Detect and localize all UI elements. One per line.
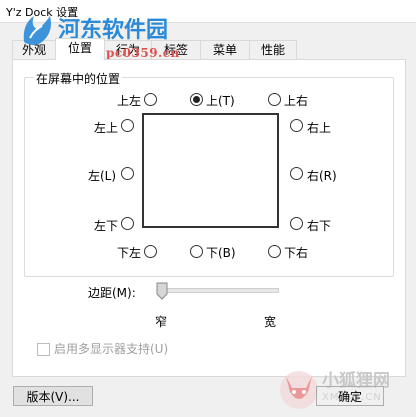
radio-label-bottom-left: 下左 bbox=[117, 246, 142, 260]
radio-label-left: 左(L) bbox=[88, 169, 117, 183]
radio-label-right-top: 右上 bbox=[307, 121, 332, 135]
multi-monitor-label: 启用多显示器支持(U) bbox=[54, 342, 169, 356]
margin-slider-thumb[interactable] bbox=[156, 282, 168, 300]
margin-max-label: 宽 bbox=[264, 315, 277, 329]
radio-top[interactable] bbox=[190, 93, 203, 106]
multi-monitor-checkbox[interactable] bbox=[37, 343, 50, 356]
radio-label-left-bottom: 左下 bbox=[94, 219, 119, 233]
radio-label-left-top: 左上 bbox=[94, 121, 119, 135]
margin-min-label: 窄 bbox=[155, 315, 168, 329]
screen-preview bbox=[142, 113, 279, 228]
radio-label-bottom-right: 下右 bbox=[284, 246, 309, 260]
radio-left-top[interactable] bbox=[121, 119, 134, 132]
tab-menu[interactable]: 菜单 bbox=[200, 40, 250, 59]
radio-left-bottom[interactable] bbox=[121, 217, 134, 230]
radio-left[interactable] bbox=[121, 167, 134, 180]
radio-top-right[interactable] bbox=[268, 93, 281, 106]
position-group-title: 在屏幕中的位置 bbox=[34, 70, 123, 87]
tab-performance[interactable]: 性能 bbox=[249, 40, 297, 59]
radio-label-right: 右(R) bbox=[307, 169, 337, 183]
radio-right[interactable] bbox=[290, 167, 303, 180]
radio-label-bottom: 下(B) bbox=[206, 246, 236, 260]
tab-bar: 外观 位置 行为 标签 菜单 性能 bbox=[12, 38, 404, 60]
radio-label-top: 上(T) bbox=[206, 94, 235, 108]
margin-slider-track[interactable] bbox=[160, 288, 279, 293]
tab-appearance[interactable]: 外观 bbox=[12, 40, 56, 59]
radio-right-top[interactable] bbox=[290, 119, 303, 132]
radio-right-bottom[interactable] bbox=[290, 217, 303, 230]
window-title: Y'z Dock 设置 bbox=[6, 6, 79, 19]
ok-button[interactable]: 确定 bbox=[316, 386, 384, 406]
margin-label: 边距(M): bbox=[88, 286, 136, 300]
version-button[interactable]: 版本(V)... bbox=[13, 386, 93, 406]
tab-behavior[interactable]: 行为 bbox=[104, 40, 152, 59]
multi-monitor-option[interactable]: 启用多显示器支持(U) bbox=[37, 340, 168, 357]
title-bar: Y'z Dock 设置 bbox=[0, 0, 416, 23]
radio-top-left[interactable] bbox=[144, 93, 157, 106]
radio-label-right-bottom: 右下 bbox=[307, 219, 332, 233]
tab-labels[interactable]: 标签 bbox=[151, 40, 201, 59]
radio-label-top-left: 上左 bbox=[117, 94, 142, 108]
radio-label-top-right: 上右 bbox=[284, 94, 309, 108]
radio-bottom-right[interactable] bbox=[268, 245, 281, 258]
radio-bottom[interactable] bbox=[190, 245, 203, 258]
radio-bottom-left[interactable] bbox=[144, 245, 157, 258]
tab-position[interactable]: 位置 bbox=[55, 38, 105, 60]
